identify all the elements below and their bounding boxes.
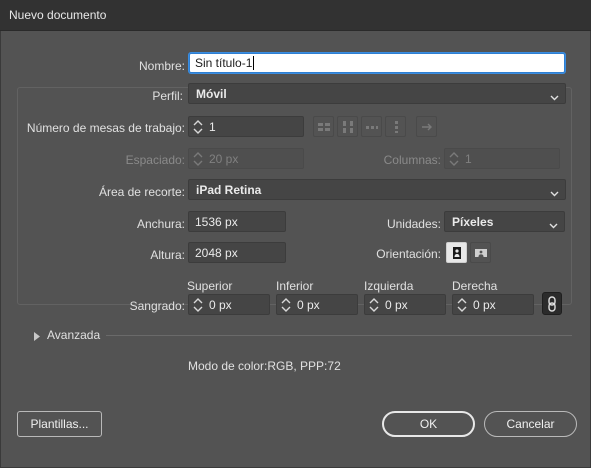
landscape-icon[interactable] xyxy=(470,242,491,263)
cancelar-button[interactable]: Cancelar xyxy=(484,411,577,437)
sangrado-derecha-stepper[interactable]: 0 px xyxy=(452,294,534,315)
sangrado-superior-stepper[interactable]: 0 px xyxy=(188,294,270,315)
espaciado-value: 20 px xyxy=(209,152,239,166)
stepper-arrows-icon xyxy=(192,151,204,167)
altura-label: Altura: xyxy=(150,248,185,262)
sangrado-label: Sangrado: xyxy=(129,299,185,313)
stepper-arrows-icon[interactable] xyxy=(192,119,204,135)
unidades-value: Píxeles xyxy=(452,215,494,229)
area-recorte-select[interactable]: iPad Retina xyxy=(188,179,566,200)
chevron-down-icon xyxy=(550,186,559,200)
chevron-down-icon xyxy=(549,218,558,232)
sangrado-izquierda-value: 0 px xyxy=(385,298,408,312)
mesas-stepper[interactable]: 1 xyxy=(188,116,304,137)
nombre-input[interactable]: Sin título-1 xyxy=(189,53,565,73)
ok-button[interactable]: OK xyxy=(382,411,475,437)
orientacion-label: Orientación: xyxy=(376,247,441,261)
altura-value: 2048 px xyxy=(195,246,238,260)
stepper-arrows-icon xyxy=(448,151,460,167)
area-recorte-value: iPad Retina xyxy=(196,183,262,197)
sangrado-inferior-stepper[interactable]: 0 px xyxy=(276,294,358,315)
espaciado-stepper[interactable]: 20 px xyxy=(188,148,304,169)
mesas-value: 1 xyxy=(209,120,216,134)
title-bar: Nuevo documento xyxy=(0,0,591,31)
new-document-dialog: Nombre: Sin título-1 Perfil: Móvil Númer… xyxy=(0,31,591,468)
altura-input[interactable]: 2048 px xyxy=(188,242,286,263)
stepper-arrows-icon[interactable] xyxy=(456,297,468,313)
stepper-arrows-icon[interactable] xyxy=(280,297,292,313)
sangrado-derecha-label: Derecha xyxy=(452,279,498,293)
right-to-left-icon[interactable] xyxy=(416,116,437,137)
perfil-select[interactable]: Móvil xyxy=(188,83,566,104)
sangrado-superior-label: Superior xyxy=(187,279,233,293)
anchura-value: 1536 px xyxy=(195,215,238,229)
stepper-arrows-icon[interactable] xyxy=(368,297,380,313)
sangrado-inferior-value: 0 px xyxy=(297,298,320,312)
sangrado-izquierda-label: Izquierda xyxy=(364,279,414,293)
text-cursor xyxy=(253,56,255,70)
stepper-arrows-icon[interactable] xyxy=(192,297,204,313)
columnas-value: 1 xyxy=(465,152,472,166)
espaciado-label: Espaciado: xyxy=(125,153,185,167)
sangrado-superior-value: 0 px xyxy=(209,298,232,312)
grid-by-row-icon[interactable] xyxy=(313,116,334,137)
mesas-label: Número de mesas de trabajo: xyxy=(26,121,185,135)
grid-by-column-icon[interactable] xyxy=(337,116,358,137)
unidades-select[interactable]: Píxeles xyxy=(444,211,565,232)
perfil-value: Móvil xyxy=(196,87,227,101)
nombre-value: Sin título-1 xyxy=(195,56,253,70)
columnas-label: Columnas: xyxy=(383,153,441,167)
anchura-label: Anchura: xyxy=(136,217,185,231)
link-chain-icon[interactable] xyxy=(542,292,562,315)
color-mode-info: Modo de color:RGB, PPP:72 xyxy=(188,359,341,373)
plantillas-button[interactable]: Plantillas... xyxy=(17,411,102,437)
sangrado-derecha-value: 0 px xyxy=(473,298,496,312)
anchura-input[interactable]: 1536 px xyxy=(188,211,286,232)
chevron-down-icon xyxy=(550,90,559,104)
columnas-stepper[interactable]: 1 xyxy=(444,148,560,169)
unidades-label: Unidades: xyxy=(386,217,441,231)
window-title: Nuevo documento xyxy=(9,8,107,22)
sangrado-inferior-label: Inferior xyxy=(276,279,314,293)
disclosure-triangle-icon[interactable] xyxy=(34,330,40,344)
avanzada-toggle[interactable]: Avanzada xyxy=(47,328,100,342)
nombre-label: Nombre: xyxy=(138,59,185,73)
portrait-icon[interactable] xyxy=(446,242,467,263)
perfil-label: Perfil: xyxy=(101,89,185,103)
arrange-by-column-icon[interactable] xyxy=(385,116,406,137)
area-recorte-label: Área de recorte: xyxy=(98,185,185,199)
sangrado-izquierda-stepper[interactable]: 0 px xyxy=(364,294,446,315)
arrange-by-row-icon[interactable] xyxy=(361,116,382,137)
divider xyxy=(106,335,572,336)
